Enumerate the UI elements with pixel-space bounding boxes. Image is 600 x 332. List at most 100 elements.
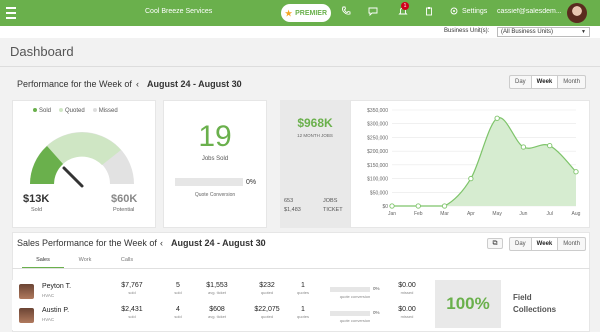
page-title: Dashboard [10,44,74,59]
copy-icon[interactable]: ⧉ [487,238,503,249]
quote-conversion-bar [330,311,370,316]
period-month-button[interactable]: Month [558,76,585,88]
business-unit-value: (All Business Units) [501,29,554,35]
data-point [468,175,474,182]
jobs-sold-cell: 5 sold [174,282,182,295]
table-row[interactable]: Peyton T. HVAC $7,767 sold 5 sold $1,553 av… [12,280,438,304]
avatar[interactable] [567,3,587,23]
data-point [415,203,421,209]
data-point [441,203,448,209]
gauge-sold-label: Sold [31,207,43,213]
revenue-area-chart: $0 $50,000 $100,000 $150,000 $200,000 $250,00… [367,108,581,217]
sales-period-month-button[interactable]: Month [558,238,585,250]
business-unit-label: Business Unit(s): [444,28,490,34]
y-tick-label: $100,000 [367,177,388,183]
tab-calls[interactable]: Calls [106,254,148,269]
premier-button[interactable]: ★ PREMIER [281,4,331,22]
jobs-count: 653 [284,198,294,204]
quoted-cell: $232 quoted [259,282,275,295]
menu-icon[interactable] [6,7,16,19]
jobs-sold-cell: 4 sold [174,306,182,319]
tab-work[interactable]: Work [64,254,106,269]
next-week-button[interactable]: › [236,79,239,89]
missed-cell: $0.00 missed [398,306,416,319]
data-point [494,115,500,121]
gauge-needle [62,166,84,188]
settings-link[interactable]: Settings [462,8,487,15]
y-tick-label: $50,000 [370,190,388,196]
divider [0,66,600,67]
quote-conversion-label: quote conversion [339,318,371,323]
sales-gauge [30,132,134,188]
gear-icon[interactable] [447,6,461,20]
legend-missed: Missed [92,108,118,114]
performance-range: August 24 - August 30 [147,79,242,89]
phone-icon[interactable] [339,6,353,20]
sales-period-day-button[interactable]: Day [510,238,532,250]
gauge-sold-value: $13K [23,193,50,205]
quote-conversion-label: Quote Conversion [194,192,236,198]
rep-name[interactable]: Peyton T. [42,283,71,290]
missed-cell: $0.00 missed [398,282,416,295]
legend-quoted: Quoted [59,108,85,114]
data-point [520,144,527,150]
quote-conversion-label: quote conversion [339,294,371,299]
x-tick-label: Aug [572,211,581,217]
chevron-down-icon: ▼ [581,29,586,35]
clipboard-icon[interactable] [422,6,436,20]
rep-role: HVAC [42,293,55,298]
y-tick-label: $200,000 [367,149,388,155]
x-tick-label: Jan [388,211,396,217]
period-week-button[interactable]: Week [531,76,559,88]
y-tick-label: $350,000 [367,108,388,114]
sales-period-week-button[interactable]: Week [531,238,559,250]
sales-range: August 24 - August 30 [171,238,266,248]
quoted-cell: $22,075 quoted [254,306,280,319]
data-point [389,203,395,209]
y-tick-label: $300,000 [367,122,388,128]
avg-ticket-cell: $1,553 avg. ticket [206,282,228,295]
period-day-button[interactable]: Day [510,76,532,88]
y-tick-label: $150,000 [367,163,388,169]
premier-label: PREMIER [295,9,328,17]
data-point [547,143,553,149]
sales-next-week-button[interactable]: › [260,238,263,248]
star-icon: ★ [284,8,293,18]
rep-name[interactable]: Austin P. [42,307,69,314]
business-unit-select[interactable]: (All Business Units) ▼ [497,27,590,37]
x-tick-label: Apr [467,211,475,217]
quote-conversion-pct: 0% [373,310,380,315]
jobs-sold-label: Jobs Sold [201,156,229,162]
sales-prev-week-button[interactable]: ‹ [160,238,163,248]
ticket-value: $1,483 [284,207,301,213]
user-email[interactable]: cassief@salesdem... [497,8,561,15]
tab-sales[interactable]: Sales [22,254,64,269]
chat-icon[interactable] [366,6,380,20]
quotes-cell: 1 quotes [296,282,309,295]
x-tick-label: May [492,211,502,217]
quote-conversion-bar [330,287,370,292]
table-row[interactable]: Austin P. HVAC $2,431 sold 4 sold $608 avg.… [12,304,438,330]
x-tick-label: Jul [547,211,553,217]
notification-badge: 1 [401,2,409,10]
performance-title: Performance for the Week of [17,79,132,89]
x-tick-label: Jun [519,211,527,217]
gauge-potential-value: $60K [111,193,138,205]
quote-conversion-pct: 0% [246,179,257,186]
avatar [19,308,34,323]
prev-week-button[interactable]: ‹ [136,79,139,89]
app-title: Cool Breeze Services [145,8,213,15]
jobs-count-label: JOBS [323,198,338,204]
field-collections-pct: 100% [435,280,501,328]
revenue-total: $968K [297,116,333,130]
avg-ticket-cell: $608 avg. ticket [207,306,226,319]
quote-conversion-bar [175,178,243,186]
gauge-potential-label: Potential [113,207,135,213]
ticket-label: TICKET [323,207,343,213]
x-tick-label: Mar [440,211,449,217]
sales-tabs: Sales Work Calls [22,254,148,269]
sales-period-toggle: Day Week Month [509,237,586,251]
x-tick-label: Feb [414,211,423,217]
quote-conversion-pct: 0% [373,286,380,291]
sold-amount-cell: $7,767 sold [121,282,143,295]
